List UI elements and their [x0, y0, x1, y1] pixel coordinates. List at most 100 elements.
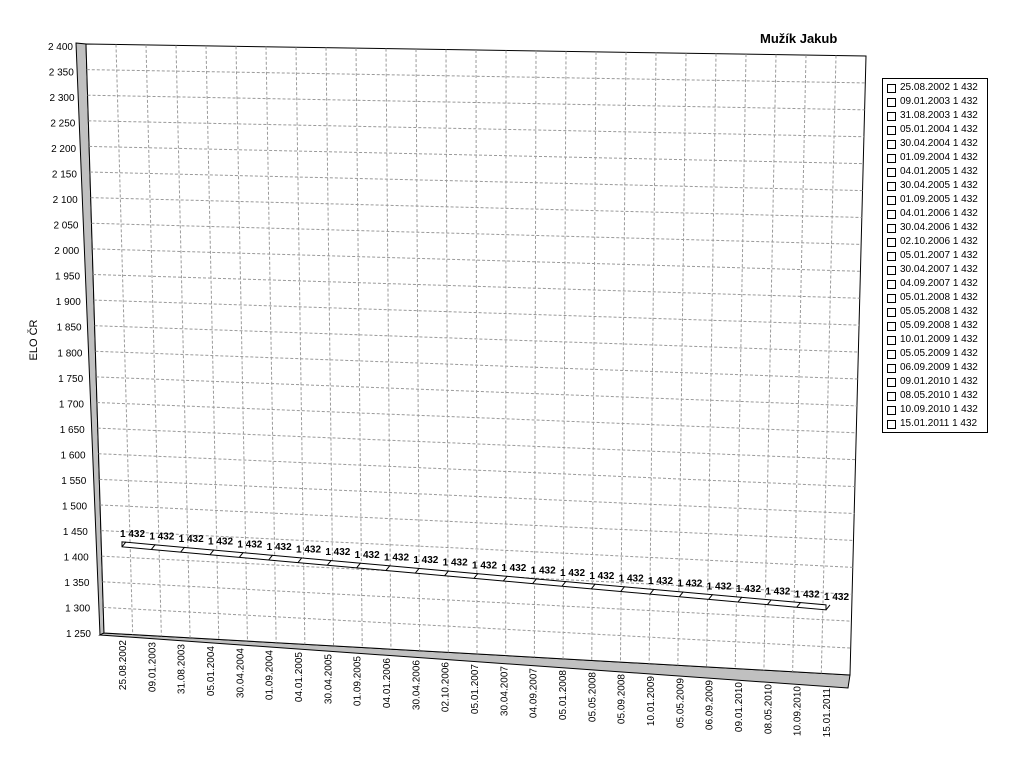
x-tick-label: 08.05.2010 [763, 684, 774, 734]
legend-swatch [887, 405, 896, 415]
x-tick-label: 05.01.2007 [470, 664, 481, 714]
y-tick-label: 1 400 [64, 552, 89, 563]
legend-item: 30.04.2005 1 432 [883, 179, 987, 193]
data-label: 1 432 [648, 576, 673, 587]
x-tick-label: 04.01.2005 [294, 652, 305, 702]
data-label: 1 432 [531, 566, 556, 577]
legend-label: 01.09.2004 1 432 [900, 152, 978, 163]
y-tick-label: 2 300 [50, 93, 75, 104]
legend-swatch [887, 293, 896, 303]
y-tick-label: 1 950 [55, 272, 80, 283]
legend-swatch [887, 139, 896, 149]
legend-label: 15.01.2011 1 432 [900, 418, 978, 429]
chart-area: 2 400 2 350 2 300 2 250 2 200 2 150 2 100 2 050… [27, 42, 867, 738]
legend-item: 05.01.2008 1 432 [883, 291, 987, 305]
legend-swatch [887, 125, 896, 135]
data-label: 1 432 [149, 531, 174, 542]
legend-label: 30.04.2005 1 432 [900, 180, 978, 191]
data-label: 1 432 [384, 552, 409, 563]
legend-label: 30.04.2006 1 432 [900, 222, 978, 233]
legend-label: 30.04.2004 1 432 [900, 138, 978, 149]
x-tick-label: 30.04.2005 [323, 654, 334, 704]
y-tick-label: 1 250 [66, 629, 91, 640]
legend-item: 01.09.2004 1 432 [883, 151, 987, 165]
y-tick-label: 2 200 [51, 144, 76, 155]
legend-swatch [887, 237, 896, 247]
y-tick-label: 2 400 [48, 42, 73, 53]
legend-swatch [887, 209, 896, 219]
x-tick-label: 09.01.2010 [734, 682, 745, 732]
legend-swatch [887, 349, 896, 359]
y-tick-label: 1 800 [57, 348, 82, 359]
y-tick-label: 1 600 [60, 450, 85, 461]
data-label: 1 432 [237, 539, 262, 550]
x-tick-label: 01.09.2004 [265, 650, 276, 700]
y-tick-label: 1 300 [65, 603, 90, 614]
data-label: 1 432 [443, 558, 468, 569]
legend-label: 08.05.2010 1 432 [900, 390, 978, 401]
legend-label: 10.01.2009 1 432 [900, 334, 978, 345]
legend-swatch [887, 321, 896, 331]
data-label: 1 432 [296, 545, 321, 556]
legend-item: 30.04.2004 1 432 [883, 137, 987, 151]
x-tick-label: 06.09.2009 [705, 680, 716, 730]
y-tick-label: 1 500 [62, 501, 87, 512]
x-tick-label: 09.01.2003 [147, 642, 158, 692]
legend-label: 01.09.2005 1 432 [900, 194, 978, 205]
legend-label: 06.09.2009 1 432 [900, 362, 978, 373]
legend: 25.08.2002 1 432 09.01.2003 1 432 31.08.20… [882, 78, 988, 433]
legend-swatch [887, 167, 896, 177]
legend-item: 06.09.2009 1 432 [883, 361, 987, 375]
x-tick-label: 31.08.2003 [177, 644, 188, 694]
legend-swatch [887, 377, 896, 387]
x-tick-label: 25.08.2002 [118, 640, 129, 690]
legend-item: 09.01.2010 1 432 [883, 375, 987, 389]
y-tick-label: 1 650 [60, 425, 85, 436]
x-tick-label: 30.04.2007 [499, 666, 510, 716]
y-tick-label: 2 050 [53, 221, 78, 232]
legend-item: 31.08.2003 1 432 [883, 109, 987, 123]
x-tick-label: 05.01.2008 [558, 670, 569, 720]
y-tick-label: 2 000 [54, 246, 79, 257]
data-label: 1 432 [179, 534, 204, 545]
legend-swatch [887, 223, 896, 233]
y-tick-label: 1 750 [58, 374, 83, 385]
legend-item: 04.01.2006 1 432 [883, 207, 987, 221]
y-tick-label: 1 850 [57, 323, 82, 334]
legend-label: 05.01.2007 1 432 [900, 250, 978, 261]
legend-label: 05.01.2004 1 432 [900, 124, 978, 135]
legend-swatch [887, 391, 896, 401]
x-tick-label: 04.09.2007 [529, 668, 540, 718]
data-label: 1 432 [472, 560, 497, 571]
x-tick-label: 30.04.2006 [411, 660, 422, 710]
legend-item: 05.01.2004 1 432 [883, 123, 987, 137]
x-tick-label: 01.09.2005 [353, 656, 364, 706]
y-axis-label: ELO ČR [27, 319, 40, 360]
legend-label: 04.01.2006 1 432 [900, 208, 978, 219]
data-label: 1 432 [619, 573, 644, 584]
legend-item: 10.01.2009 1 432 [883, 333, 987, 347]
data-label: 1 432 [355, 550, 380, 561]
legend-item: 05.09.2008 1 432 [883, 319, 987, 333]
data-label: 1 432 [267, 542, 292, 553]
legend-item: 09.01.2003 1 432 [883, 95, 987, 109]
legend-swatch [887, 111, 896, 121]
legend-label: 05.05.2008 1 432 [900, 306, 978, 317]
x-tick-label: 15.01.2011 [822, 688, 833, 738]
legend-item: 05.05.2009 1 432 [883, 347, 987, 361]
y-tick-label: 1 700 [59, 399, 84, 410]
data-label: 1 432 [795, 589, 820, 600]
data-label: 1 432 [325, 547, 350, 558]
legend-item: 05.05.2008 1 432 [883, 305, 987, 319]
x-tick-label: 10.01.2009 [646, 676, 657, 726]
data-label: 1 432 [677, 579, 702, 590]
y-tick-label: 2 100 [53, 195, 78, 206]
legend-swatch [887, 419, 896, 429]
legend-label: 30.04.2007 1 432 [900, 264, 978, 275]
y-tick-label: 2 250 [50, 119, 75, 130]
legend-label: 09.01.2010 1 432 [900, 376, 978, 387]
data-label: 1 432 [413, 555, 438, 566]
x-tick-label: 05.09.2008 [617, 674, 628, 724]
data-label: 1 432 [589, 571, 614, 582]
legend-swatch [887, 265, 896, 275]
